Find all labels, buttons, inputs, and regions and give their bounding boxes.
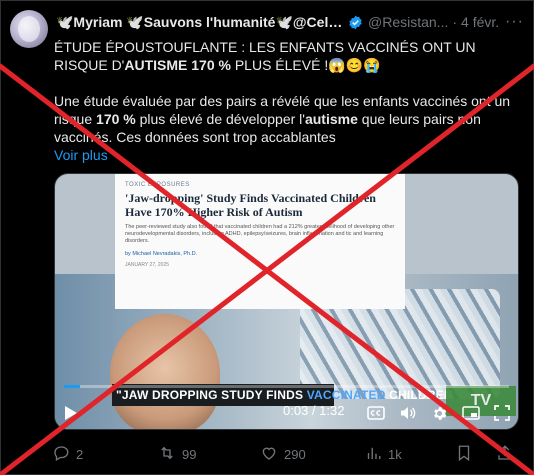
video-progress-bar[interactable] [64, 385, 509, 388]
more-options-icon[interactable]: ··· [505, 13, 524, 31]
views-count: 1k [388, 446, 402, 462]
article-kicker: TOXIC EXPOSURES [125, 182, 190, 188]
like-button[interactable]: 290 [260, 444, 306, 464]
video-progress-fill [64, 385, 80, 388]
views-icon [364, 444, 382, 465]
video-controls: 0:03 / 1:32 [64, 400, 510, 426]
views-button[interactable]: 1k [364, 444, 402, 464]
picture-in-picture-icon[interactable] [462, 405, 480, 421]
article-title: 'Jaw-dropping' Study Finds Vaccinated Ch… [125, 191, 376, 219]
tweet-actions: 2 99 290 1k [52, 444, 522, 466]
captions-icon[interactable] [367, 405, 385, 421]
article-byline: by Michael Nevradakis, Ph.D. [125, 251, 198, 257]
video-time: 0:03 / 1:32 [283, 403, 345, 418]
tweet-paragraph: Une étude évaluée par des pairs a révélé… [54, 93, 511, 145]
fullscreen-icon[interactable] [494, 405, 510, 421]
share-icon [496, 444, 514, 465]
see-more-link[interactable]: Voir plus [54, 147, 108, 163]
reply-button[interactable]: 2 [52, 444, 83, 464]
article-body: The peer-reviewed study also found that … [125, 224, 395, 244]
bookmark-icon [455, 444, 473, 465]
bookmark-button[interactable] [455, 444, 473, 464]
retweet-count: 99 [182, 446, 197, 462]
share-button[interactable] [496, 444, 514, 464]
retweet-icon [158, 444, 176, 465]
verified-badge-icon [348, 15, 363, 30]
reply-count: 2 [76, 446, 84, 462]
author-name[interactable]: 🕊️Myriam 🕊️Sauvons l'humanité🕊️@Cele... [56, 14, 344, 31]
volume-icon[interactable] [399, 405, 417, 421]
separator-dot: · [452, 14, 458, 30]
heart-icon [260, 444, 278, 465]
reply-icon [52, 444, 70, 465]
video-controls-right [367, 400, 510, 426]
article-date: JANUARY 27, 2025 [125, 262, 170, 268]
tweet-date[interactable]: 4 févr. [461, 14, 499, 30]
play-icon[interactable] [64, 405, 78, 421]
tweet-text: ÉTUDE ÉPOUSTOUFLANTE : LES ENFANTS VACCI… [54, 38, 524, 164]
like-count: 290 [284, 446, 306, 462]
article-screenshot: TOXIC EXPOSURES 'Jaw-dropping' Study Fin… [115, 174, 405, 309]
tweet-header: 🕊️Myriam 🕊️Sauvons l'humanité🕊️@Cele... … [56, 12, 524, 32]
retweet-button[interactable]: 99 [158, 444, 196, 464]
avatar[interactable] [10, 10, 48, 48]
author-handle[interactable]: @Resistan... [368, 14, 448, 30]
settings-gear-icon[interactable] [431, 405, 448, 422]
tweet-headline: ÉTUDE ÉPOUSTOUFLANTE : LES ENFANTS VACCI… [54, 39, 476, 73]
